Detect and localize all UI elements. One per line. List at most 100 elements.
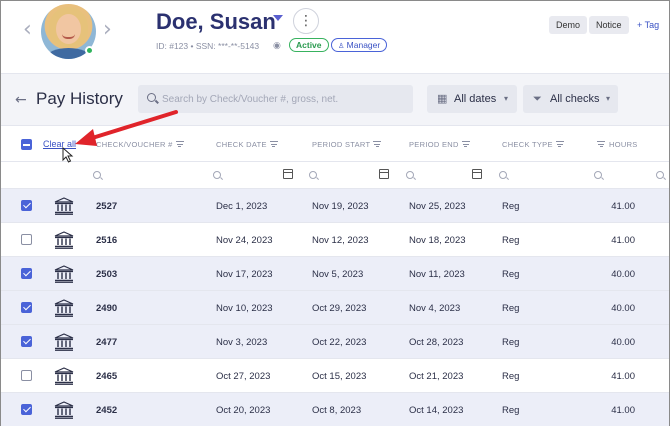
check-type: Reg — [502, 303, 520, 314]
employee-name: Doe, Susan — [156, 9, 276, 34]
hours: 41.00 — [611, 201, 635, 212]
table-row[interactable]: 2527 Dec 1, 2023 Nov 19, 2023 Nov 25, 20… — [1, 189, 669, 223]
bank-icon — [54, 333, 74, 351]
table-row[interactable]: 2465 Oct 27, 2023 Oct 15, 2023 Oct 21, 2… — [1, 359, 669, 393]
employee-header: ‹ › Doe, Susan ⋮ ID: #123 • SSN: ***-**-… — [1, 1, 669, 73]
select-all-checkbox[interactable] — [21, 139, 32, 150]
kebab-icon[interactable]: ⋮ — [293, 8, 319, 34]
table-row[interactable]: 2452 Oct 20, 2023 Oct 8, 2023 Oct 14, 20… — [1, 393, 669, 426]
sort-icon — [555, 141, 564, 147]
role-badge-label: Manager — [346, 40, 381, 50]
check-number[interactable]: 2516 — [96, 235, 117, 246]
check-number[interactable]: 2452 — [96, 405, 117, 416]
back-arrow-icon[interactable]: ← — [15, 92, 27, 108]
bank-icon — [54, 197, 74, 215]
check-number[interactable]: 2527 — [96, 201, 117, 212]
chevron-left-icon[interactable]: ‹ — [23, 19, 32, 41]
table-row[interactable]: 2503 Nov 17, 2023 Nov 5, 2023 Nov 11, 20… — [1, 257, 669, 291]
search-icon[interactable] — [406, 171, 414, 179]
search-icon — [147, 93, 156, 102]
hours: 40.00 — [611, 269, 635, 280]
hours: 41.00 — [611, 371, 635, 382]
chevron-right-icon[interactable]: › — [103, 19, 112, 41]
column-filter-row — [1, 161, 669, 189]
eye-icon[interactable]: ◉ — [273, 41, 281, 51]
annotation-arrow-icon — [75, 110, 178, 146]
calendar-icon: ▦ — [437, 92, 448, 105]
check-filter-label: All checks — [550, 93, 600, 105]
row-checkbox[interactable] — [21, 268, 32, 279]
search-icon[interactable] — [213, 171, 221, 179]
column-header-period-end[interactable]: Period End — [409, 140, 470, 149]
sort-icon — [597, 141, 605, 147]
row-checkbox[interactable] — [21, 404, 32, 415]
chevron-down-icon: ▾ — [504, 94, 509, 103]
check-date: Nov 24, 2023 — [216, 235, 273, 246]
period-end: Nov 25, 2023 — [409, 201, 466, 212]
page-title: Pay History — [36, 89, 123, 108]
check-number[interactable]: 2490 — [96, 303, 117, 314]
column-header-hours[interactable]: Hours — [597, 140, 638, 149]
mouse-cursor-icon — [62, 147, 74, 163]
row-checkbox[interactable] — [21, 234, 32, 245]
period-end: Nov 18, 2023 — [409, 235, 466, 246]
bank-icon — [54, 367, 74, 385]
table-row[interactable]: 2477 Nov 3, 2023 Oct 22, 2023 Oct 28, 20… — [1, 325, 669, 359]
check-number[interactable]: 2477 — [96, 337, 117, 348]
check-date: Nov 10, 2023 — [216, 303, 273, 314]
bank-icon — [54, 231, 74, 249]
check-filter-dropdown[interactable]: ⏷ All checks ▾ — [523, 85, 618, 113]
role-badge: ♙ Manager — [331, 38, 388, 52]
column-header-check-type[interactable]: Check Type — [502, 140, 564, 149]
period-start: Oct 22, 2023 — [312, 337, 367, 348]
check-date: Oct 27, 2023 — [216, 371, 271, 382]
tag-demo[interactable]: Demo — [549, 16, 588, 34]
calendar-icon[interactable] — [379, 169, 389, 179]
period-end: Oct 21, 2023 — [409, 371, 464, 382]
column-header-period-start[interactable]: Period Start — [312, 140, 382, 149]
check-number[interactable]: 2465 — [96, 371, 117, 382]
calendar-icon[interactable] — [283, 169, 293, 179]
search-icon[interactable] — [594, 171, 602, 179]
check-type: Reg — [502, 405, 520, 416]
hours: 41.00 — [611, 235, 635, 246]
column-header-check-date[interactable]: Check Date — [216, 140, 278, 149]
search-icon[interactable] — [309, 171, 317, 179]
check-date: Nov 3, 2023 — [216, 337, 268, 348]
period-start: Oct 8, 2023 — [312, 405, 362, 416]
row-checkbox[interactable] — [21, 200, 32, 211]
row-checkbox[interactable] — [21, 336, 32, 347]
period-start: Nov 19, 2023 — [312, 201, 369, 212]
check-type: Reg — [502, 337, 520, 348]
row-checkbox[interactable] — [21, 370, 32, 381]
check-date: Oct 20, 2023 — [216, 405, 271, 416]
chevron-down-icon[interactable] — [273, 15, 283, 21]
table-row[interactable]: 2490 Nov 10, 2023 Oct 29, 2023 Nov 4, 20… — [1, 291, 669, 325]
calendar-icon[interactable] — [472, 169, 482, 179]
check-type: Reg — [502, 201, 520, 212]
search-icon[interactable] — [656, 171, 664, 179]
search-icon[interactable] — [93, 171, 101, 179]
date-filter-dropdown[interactable]: ▦ All dates ▾ — [427, 85, 517, 113]
check-type: Reg — [502, 269, 520, 280]
table-row[interactable]: 2516 Nov 24, 2023 Nov 12, 2023 Nov 18, 2… — [1, 223, 669, 257]
hours: 40.00 — [611, 337, 635, 348]
bank-icon — [54, 265, 74, 283]
funnel-icon: ⏷ — [533, 92, 542, 105]
check-number[interactable]: 2503 — [96, 269, 117, 280]
period-start: Oct 29, 2023 — [312, 303, 367, 314]
bank-icon — [54, 299, 74, 317]
search-icon[interactable] — [499, 171, 507, 179]
add-tag-button[interactable]: + Tag — [637, 20, 659, 30]
period-start: Nov 5, 2023 — [312, 269, 364, 280]
period-start: Oct 15, 2023 — [312, 371, 367, 382]
period-end: Oct 28, 2023 — [409, 337, 464, 348]
period-end: Nov 11, 2023 — [409, 269, 465, 280]
row-checkbox[interactable] — [21, 302, 32, 313]
tag-notice[interactable]: Notice — [589, 16, 629, 34]
period-start: Nov 12, 2023 — [312, 235, 369, 246]
status-badge: Active — [289, 38, 329, 52]
employee-id-line: ID: #123 • SSN: ***-**-5143 — [156, 41, 260, 51]
check-type: Reg — [502, 371, 520, 382]
check-type: Reg — [502, 235, 520, 246]
